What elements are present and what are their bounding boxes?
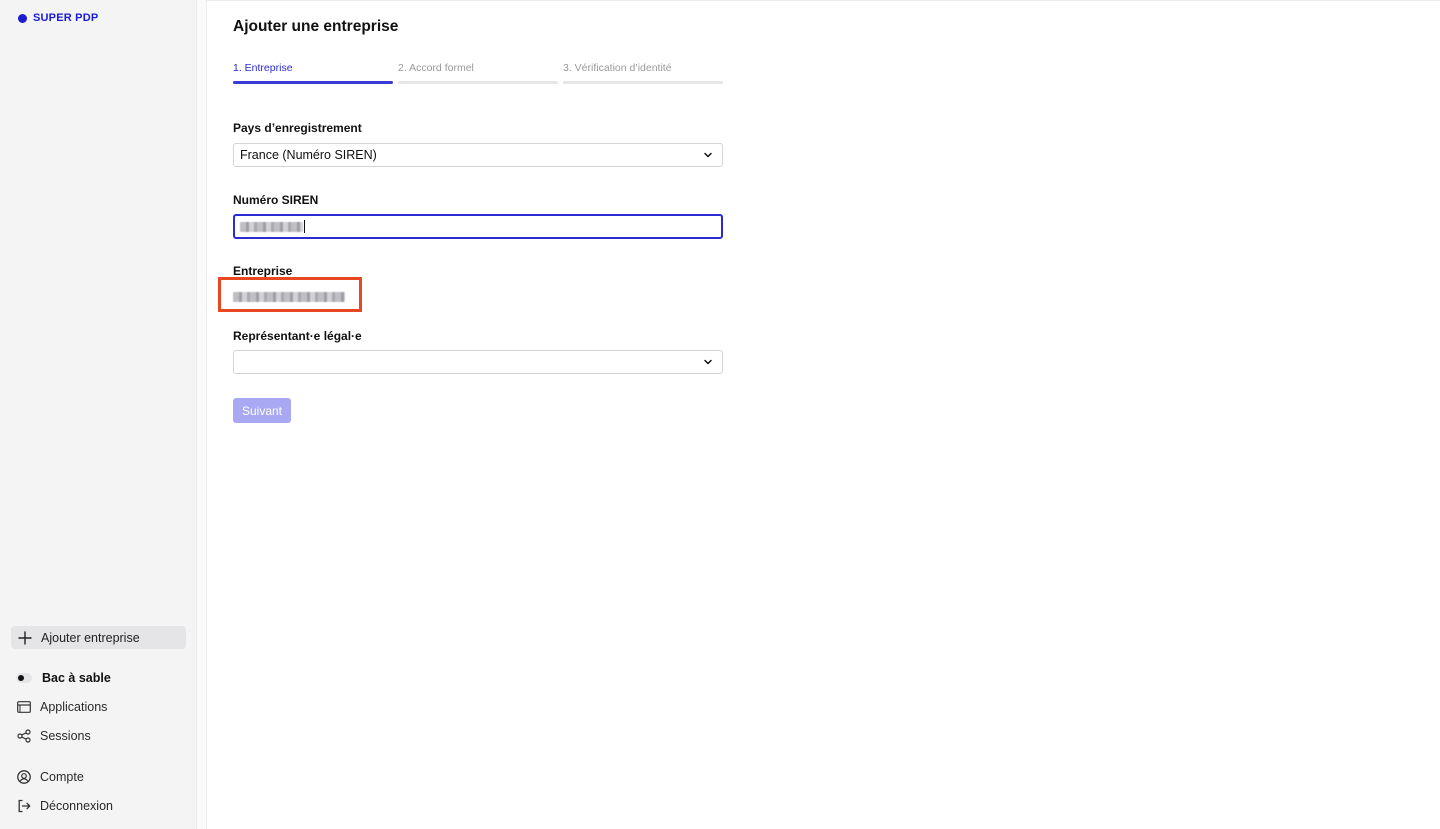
next-button[interactable]: Suivant bbox=[233, 398, 291, 423]
plus-icon bbox=[18, 630, 32, 645]
siren-input[interactable]: blurred bbox=[233, 214, 723, 239]
chevron-down-icon bbox=[704, 359, 712, 365]
brand-dot-icon bbox=[18, 13, 27, 23]
sandbox-label: Bac à sable bbox=[42, 671, 111, 685]
company-label: Entreprise bbox=[233, 264, 293, 278]
add-company-label: Ajouter entreprise bbox=[41, 630, 140, 645]
step-progress-bar bbox=[398, 81, 558, 84]
company-value: blurred bbox=[233, 289, 345, 307]
brand-name: SUPER PDP bbox=[33, 12, 99, 24]
sidebar-item-logout[interactable]: Déconnexion bbox=[16, 798, 113, 814]
toggle-icon[interactable] bbox=[16, 673, 32, 683]
step-label: 1. Entreprise bbox=[233, 62, 293, 74]
sandbox-toggle[interactable]: Bac à sable bbox=[16, 670, 111, 686]
step-label: 2. Accord formel bbox=[398, 62, 474, 74]
step-label: 3. Vérification d’identité bbox=[563, 62, 672, 74]
top-divider bbox=[207, 0, 1440, 1]
step-identity-verification[interactable]: 3. Vérification d’identité bbox=[563, 62, 723, 84]
country-label: Pays d’enregistrement bbox=[233, 121, 362, 135]
company-name: blurred bbox=[233, 292, 345, 302]
add-company-button[interactable]: Ajouter entreprise bbox=[11, 626, 186, 649]
representative-label: Représentant·e légal·e bbox=[233, 329, 362, 343]
sidebar: SUPER PDP Ajouter entreprise Bac à sable… bbox=[0, 0, 197, 829]
sidebar-item-label: Déconnexion bbox=[40, 799, 113, 813]
representative-select[interactable] bbox=[233, 350, 723, 374]
country-select[interactable]: France (Numéro SIREN) bbox=[233, 143, 723, 167]
user-circle-icon bbox=[16, 769, 32, 785]
sidebar-item-sessions[interactable]: Sessions bbox=[16, 728, 91, 744]
step-progress-bar bbox=[233, 81, 393, 84]
sidebar-item-applications[interactable]: Applications bbox=[16, 699, 107, 715]
step-company[interactable]: 1. Entreprise bbox=[233, 62, 393, 84]
country-select-value: France (Numéro SIREN) bbox=[240, 148, 377, 162]
window-icon bbox=[16, 699, 32, 715]
sidebar-item-label: Sessions bbox=[40, 729, 91, 743]
siren-input-value: blurred bbox=[240, 221, 303, 232]
brand[interactable]: SUPER PDP bbox=[18, 12, 98, 24]
page-title: Ajouter une entreprise bbox=[233, 18, 399, 35]
text-caret bbox=[304, 220, 305, 233]
sidebar-item-label: Applications bbox=[40, 700, 108, 714]
siren-label: Numéro SIREN bbox=[233, 193, 319, 207]
share-nodes-icon bbox=[16, 728, 32, 744]
chevron-down-icon bbox=[704, 152, 712, 158]
sidebar-item-label: Compte bbox=[40, 770, 84, 784]
sidebar-gutter bbox=[197, 0, 207, 829]
logout-icon bbox=[16, 798, 32, 814]
sidebar-item-account[interactable]: Compte bbox=[16, 769, 84, 785]
step-progress-bar bbox=[563, 81, 723, 84]
step-formal-agreement[interactable]: 2. Accord formel bbox=[398, 62, 558, 84]
